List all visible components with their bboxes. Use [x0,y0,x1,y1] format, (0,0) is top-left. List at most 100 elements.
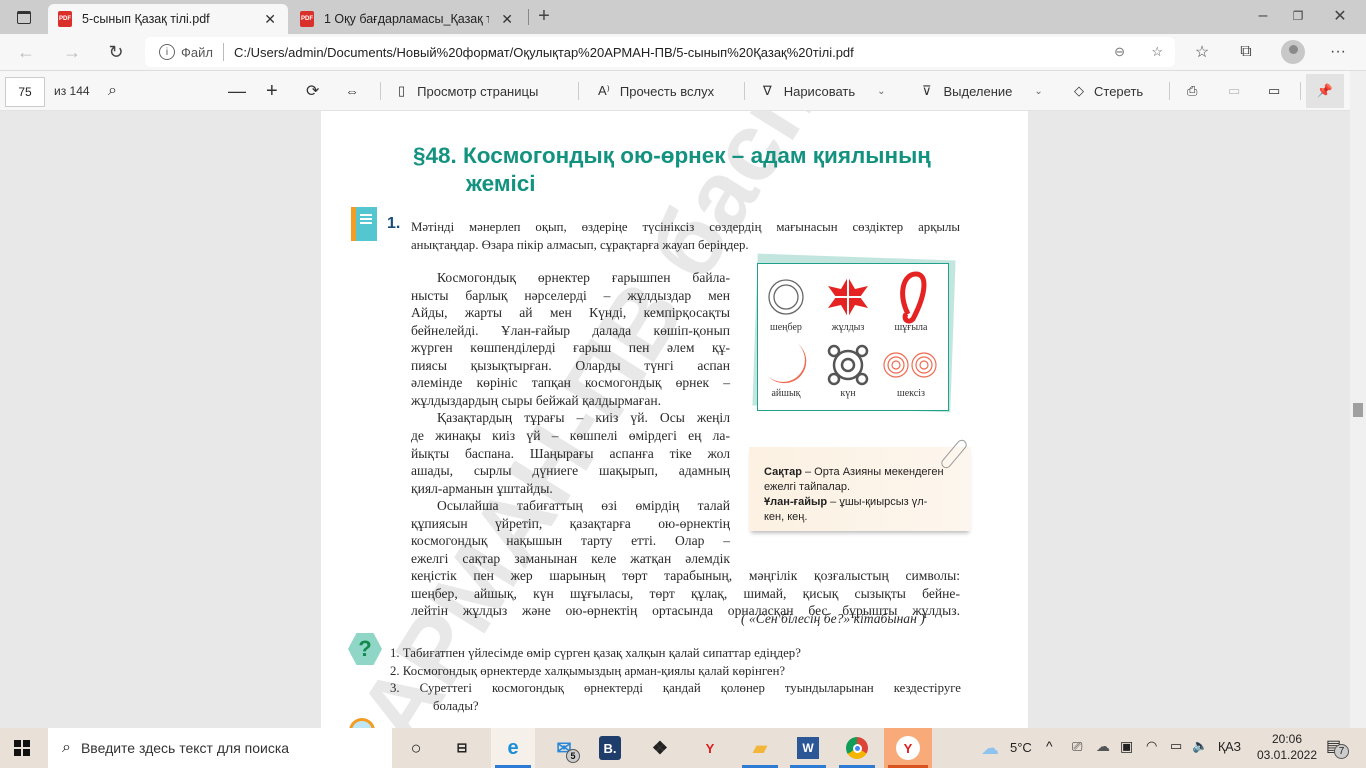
body-text-line: ежелгі сақтар заманынан келе жатқан әлем… [411,550,730,566]
taskbar-search[interactable]: ⌕ Введите здесь текст для поиска [48,728,392,768]
page-view-button[interactable]: ▯ Просмотр страницы [398,71,538,111]
collections-icon[interactable]: ⧉ [1234,41,1258,63]
pin-toolbar-button[interactable]: 📌 [1306,74,1344,108]
volume-icon[interactable]: 🔈 [1192,738,1208,754]
profile-avatar[interactable] [1281,40,1305,64]
save-as-icon[interactable]: ▭ [1268,71,1280,111]
question-item-cont: болады? [433,699,479,713]
read-aloud-icon: A⁾ [598,83,610,98]
refresh-icon[interactable]: ↻ [104,41,128,63]
draw-button[interactable]: ∇ Нарисовать ⌄ [763,71,886,111]
body-text-line: қиял-арманын ұштайды. [411,480,553,496]
clock-time: 20:06 [1271,732,1303,746]
restore-icon[interactable]: ❐ [1283,6,1313,26]
mail-app-icon[interactable]: ✉ 5 [542,728,586,768]
security-icon[interactable]: ▣ [1120,738,1133,755]
weather-temp[interactable]: 5°C [1010,740,1032,755]
battery-icon[interactable]: ▭ [1170,738,1182,754]
scheme-label: Файл [181,44,213,60]
glossary-definition: – ұшы-қиырсыз үл- [827,496,928,508]
draw-icon: ∇ [763,83,772,98]
address-bar-row: ← → ↻ i Файл C:/Users/admin/Documents/Но… [0,34,1366,71]
clock-date: 03.01.2022 [1256,748,1318,762]
clock[interactable]: 20:06 03.01.2022 [1252,731,1322,763]
cortana-icon[interactable]: ○ [394,728,438,768]
meet-now-icon[interactable]: ⎚ [1072,739,1082,755]
language-indicator[interactable]: ҚАЗ [1218,740,1241,754]
more-icon[interactable]: ··· [1326,41,1350,63]
forward-icon[interactable]: → [60,41,84,63]
chrome-app-icon[interactable] [835,728,879,768]
edge-app-icon[interactable]: e [491,728,535,768]
yandex-app-icon[interactable]: Y [688,728,732,768]
chevron-down-icon[interactable]: ⌄ [1034,86,1042,97]
address-input[interactable]: i Файл C:/Users/admin/Documents/Новый%20… [145,37,1175,67]
notifications-icon[interactable]: ▤ 7 [1326,736,1349,759]
body-text-line: әлемінде көрініс тапқан космогондық өрне… [411,375,730,391]
task-number: 1. [387,215,401,232]
wifi-icon[interactable]: ◠ [1146,738,1157,754]
weather-icon[interactable]: ☁ [981,738,999,759]
tab-pdf-kazakh[interactable]: PDF 5-сынып Қазақ тілі.pdf ✕ [48,4,288,34]
crescent-ornament-icon [768,344,807,384]
scrollbar[interactable] [1350,71,1366,728]
ornament-figure: шеңбер жұлдыз шұғыла айшық күн шексіз [757,263,949,411]
new-tab-icon[interactable]: + [533,5,555,27]
page-total: из 144 [54,84,90,98]
booking-app-icon[interactable]: B. [588,728,632,768]
body-text-line: Осылайша табиғаттың өзі өмірдің талай [437,498,730,514]
word-app-icon[interactable]: W [786,728,830,768]
close-tab-icon[interactable]: ✕ [501,11,513,28]
onedrive-icon[interactable]: ☁ [1096,738,1110,755]
body-text-line: пиясы қызықтырған. Оларды түнгі аспан [411,357,730,373]
question-item: 2. Космогондық өрнектерде халқымыздың ар… [390,664,786,678]
body-text-line: де жинақы киіз үй – көшпелі өмірдегі ең … [411,427,730,443]
body-text-line: ашады, сырлы дүниеге шақырып, адамның [411,463,730,479]
chevron-up-icon[interactable]: ^ [1046,738,1053,754]
page-number-input[interactable]: 75 [5,77,45,107]
zoom-out-icon[interactable]: ⊖ [1114,44,1125,60]
task-text: анықтаңдар. Өзара пікір алмасып, сұрақта… [411,238,749,252]
body-text-line: нысты барлық нәрселерді – жұлдыздар мен [411,287,730,303]
print-icon[interactable]: ⎙ [1187,71,1197,111]
tab-actions-icon[interactable] [14,8,34,26]
read-aloud-button[interactable]: A⁾ Прочесть вслух [598,71,714,111]
glossary-definition: кен, кең. [764,511,808,523]
scrollbar-thumb[interactable] [1353,403,1363,417]
body-text-line: бейнелейді. Ұлан-ғайыр далада көшіп-қоны… [411,322,730,338]
file-explorer-icon[interactable]: ▰ [738,728,782,768]
favorites-icon[interactable]: ☆ [1190,41,1214,63]
fit-width-icon[interactable]: ⇔ [345,71,359,111]
search-icon[interactable]: ⌕ [108,71,117,111]
task-view-icon[interactable]: ⊟ [440,728,484,768]
mail-badge: 5 [566,749,580,763]
zoom-in-button[interactable]: + [266,71,278,111]
tab-bar: PDF 5-сынып Қазақ тілі.pdf ✕ PDF 1 Оқу б… [0,0,1366,34]
pdf-icon: PDF [58,11,72,27]
info-icon[interactable]: i [159,44,175,60]
ornament-label: шексіз [897,388,925,399]
read-aloud-label: Прочесть вслух [619,83,715,99]
chevron-down-icon[interactable]: ⌄ [877,86,885,97]
dropbox-app-icon[interactable]: ❖ [638,728,682,768]
close-window-icon[interactable]: ✕ [1325,6,1355,26]
pdf-page: АРМАН-ПВ баспасы §48. Космогондық ою-өрн… [321,111,1028,728]
notification-count: 7 [1334,744,1349,759]
erase-button[interactable]: ◇ Стереть [1074,71,1143,111]
body-text-line: жұлдыздардың сыры бейжай қалдырмаған. [411,392,662,408]
yandex-browser-active-icon[interactable]: Y [884,728,932,768]
save-icon[interactable]: ▭ [1228,71,1240,111]
add-favorite-icon[interactable]: ☆ [1151,44,1163,60]
rotate-icon[interactable]: ⟳ [306,71,319,111]
close-tab-icon[interactable]: ✕ [264,11,276,28]
minimize-icon[interactable]: – [1248,6,1278,26]
highlight-button[interactable]: ⊽ Выделение ⌄ [922,71,1043,111]
zoom-out-button[interactable]: — [228,71,246,111]
start-button[interactable] [0,728,44,768]
back-icon[interactable]: ← [14,41,38,63]
question-item: 3. Суреттегі космогондық өрнектерді қанд… [390,681,961,695]
divider [222,43,224,61]
tab-program[interactable]: PDF 1 Оқу бағдарламасы_Қазақ тілі ✕ [290,4,525,34]
ornament-label: жұлдыз [831,322,865,333]
body-text-line: кеңістік пен жер шарының төрт тарабының,… [411,568,960,584]
